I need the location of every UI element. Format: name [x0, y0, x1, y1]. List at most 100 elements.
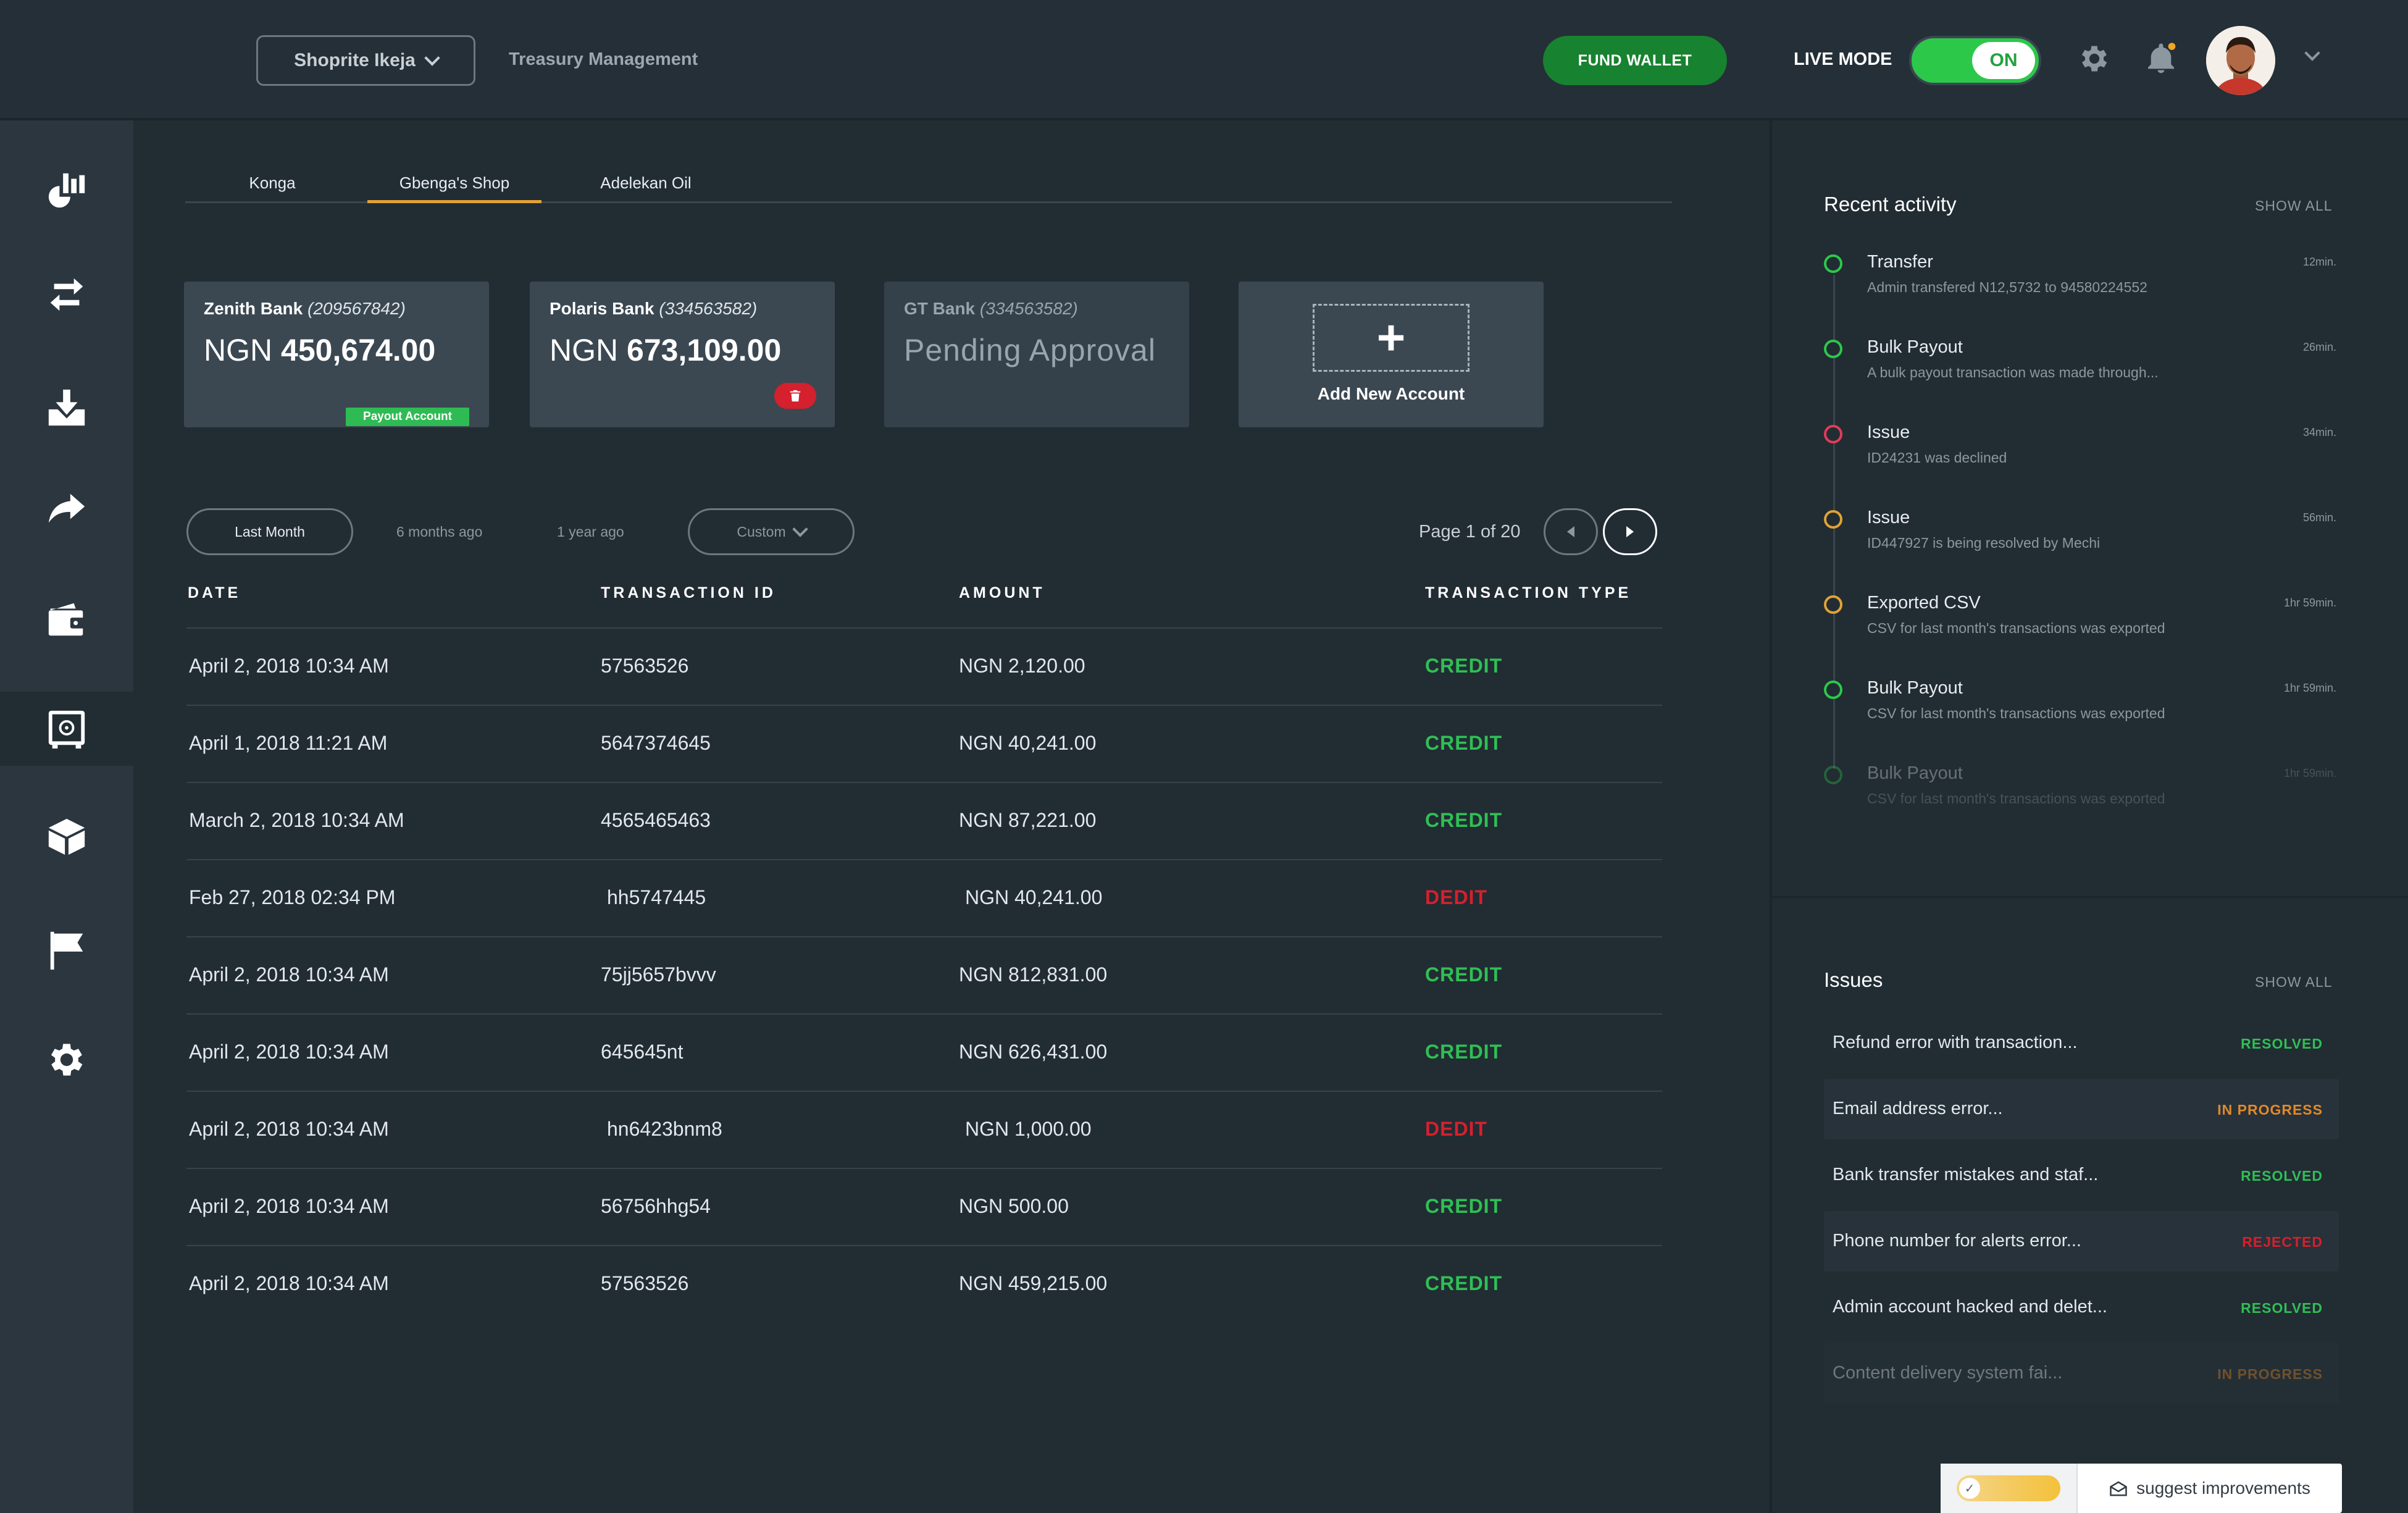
- column-header-date[interactable]: DATE: [188, 584, 241, 602]
- table-row[interactable]: April 2, 2018 10:34 AM hn6423bnm8 NGN 1,00…: [186, 1091, 1662, 1168]
- chart-icon: [48, 173, 85, 208]
- issue-text: Email address error...: [1833, 1099, 2003, 1118]
- sidebar-item-packages[interactable]: [0, 800, 133, 874]
- activity-time: 1hr 59min.: [2283, 597, 2336, 609]
- column-header-amount[interactable]: AMOUNT: [959, 584, 1045, 602]
- sidebar-item-downloads[interactable]: [0, 371, 133, 445]
- issues-title: Issues: [1824, 968, 1883, 991]
- account-card-gtbank[interactable]: GT Bank (334563582) Pending Approval: [884, 282, 1189, 427]
- issue-item[interactable]: Refund error with transaction... RESOLVED: [1824, 1013, 2339, 1073]
- table-row[interactable]: April 2, 2018 10:34 AM 75jj5657bvvv NGN 81…: [186, 936, 1662, 1013]
- safe-icon: [48, 710, 85, 749]
- row-amount: NGN 812,831.00: [959, 963, 1108, 986]
- live-mode-toggle[interactable]: ON: [1909, 36, 2041, 85]
- column-header-transaction-id[interactable]: TRANSACTION ID: [601, 584, 776, 602]
- toggle-knob: ON: [1972, 42, 2035, 79]
- issue-status-badge: REJECTED: [2242, 1234, 2323, 1250]
- activity-item[interactable]: Exported CSV CSV for last month's transac…: [1824, 588, 2336, 656]
- issue-text: Admin account hacked and delet...: [1833, 1297, 2107, 1317]
- pagination-label: Page 1 of 20: [1419, 522, 1521, 542]
- activity-item[interactable]: Bulk Payout CSV for last month's transact…: [1824, 673, 2336, 741]
- row-date: April 2, 2018 10:34 AM: [189, 655, 389, 677]
- bell-icon[interactable]: [2141, 38, 2181, 79]
- sidebar-item-reports[interactable]: [0, 913, 133, 987]
- activity-time: 34min.: [2302, 426, 2336, 438]
- table-row[interactable]: April 2, 2018 10:34 AM 56756hhg54 NGN 500.…: [186, 1168, 1662, 1245]
- filter-last-month[interactable]: Last Month: [186, 508, 353, 555]
- activity-item[interactable]: Bulk Payout A bulk payout transaction was…: [1824, 332, 2336, 400]
- row-date: March 2, 2018 10:34 AM: [189, 809, 404, 831]
- issue-status-badge: RESOLVED: [2241, 1300, 2323, 1316]
- sidebar: [0, 120, 133, 1513]
- row-transaction-id: 56756hhg54: [601, 1195, 711, 1217]
- activity-item[interactable]: Transfer Admin transfered N12,5732 to 945…: [1824, 247, 2336, 315]
- sidebar-item-wallet[interactable]: [0, 582, 133, 656]
- activity-time: 1hr 59min.: [2283, 767, 2336, 779]
- pending-approval-status: Pending Approval: [904, 333, 1156, 367]
- account-card-polaris[interactable]: Polaris Bank (334563582) NGN 673,109.00: [530, 282, 835, 427]
- status-dot-icon: [1824, 766, 1842, 784]
- row-amount: NGN 2,120.00: [959, 655, 1085, 677]
- row-transaction-type: CREDIT: [1425, 655, 1503, 677]
- activity-item[interactable]: Issue ID447927 is being resolved by Mechi…: [1824, 503, 2336, 571]
- row-date: April 2, 2018 10:34 AM: [189, 1195, 389, 1217]
- sidebar-item-transfers[interactable]: [0, 258, 133, 332]
- gear-icon: [51, 1044, 83, 1076]
- avatar[interactable]: [2206, 26, 2275, 95]
- issue-item[interactable]: Admin account hacked and delet... RESOLVE…: [1824, 1277, 2339, 1338]
- suggest-improvements-widget[interactable]: ✓ suggest improvements: [1941, 1464, 2342, 1513]
- activity-time: 1hr 59min.: [2283, 682, 2336, 694]
- delete-account-button[interactable]: [774, 383, 816, 409]
- tab-konga[interactable]: Konga: [221, 169, 324, 203]
- filter-1-year[interactable]: 1 year ago: [557, 524, 624, 540]
- activity-item[interactable]: Bulk Payout CSV for last month's transact…: [1824, 758, 2336, 826]
- suggest-toggle[interactable]: ✓: [1941, 1464, 2078, 1513]
- account-menu-chevron[interactable]: [2304, 45, 2320, 62]
- issue-text: Refund error with transaction...: [1833, 1033, 2078, 1052]
- sidebar-item-payouts[interactable]: [0, 471, 133, 545]
- tab-gbengas-shop[interactable]: Gbenga's Shop: [367, 169, 541, 203]
- table-row[interactable]: April 2, 2018 10:34 AM 645645nt NGN 626,43…: [186, 1013, 1662, 1091]
- sidebar-item-dashboard[interactable]: [0, 153, 133, 227]
- issue-status-badge: IN PROGRESS: [2217, 1102, 2323, 1118]
- status-dot-icon: [1824, 510, 1842, 529]
- issues-show-all[interactable]: SHOW ALL: [2255, 974, 2333, 991]
- table-row[interactable]: April 2, 2018 10:34 AM 57563526 NGN 459,21…: [186, 1245, 1662, 1322]
- recent-activity-show-all[interactable]: SHOW ALL: [2255, 198, 2333, 214]
- filter-custom[interactable]: Custom: [688, 508, 855, 555]
- issue-item[interactable]: Phone number for alerts error... REJECTED: [1824, 1211, 2339, 1272]
- row-transaction-type: CREDIT: [1425, 732, 1503, 754]
- suggest-toggle-pill: ✓: [1957, 1475, 2060, 1501]
- issue-item[interactable]: Content delivery system fai... IN PROGRES…: [1824, 1343, 2339, 1404]
- suggest-improvements-button[interactable]: suggest improvements: [2078, 1464, 2342, 1513]
- activity-item[interactable]: Issue ID24231 was declined 34min.: [1824, 417, 2336, 485]
- row-date: Feb 27, 2018 02:34 PM: [189, 886, 396, 908]
- table-row[interactable]: April 2, 2018 10:34 AM 57563526 NGN 2,120.…: [186, 627, 1662, 705]
- row-transaction-id: 4565465463: [601, 809, 711, 831]
- fund-wallet-button[interactable]: FUND WALLET: [1543, 36, 1727, 85]
- column-header-transaction-type[interactable]: TRANSACTION TYPE: [1425, 584, 1631, 602]
- chevron-left-icon: [1567, 526, 1574, 537]
- gear-icon[interactable]: [2074, 38, 2115, 79]
- row-amount: NGN 87,221.00: [959, 809, 1097, 831]
- tab-adelekan-oil[interactable]: Adelekan Oil: [579, 169, 713, 203]
- branch-select[interactable]: Shoprite Ikeja: [256, 35, 475, 86]
- account-balance: NGN 450,674.00: [204, 333, 436, 367]
- add-new-account-card[interactable]: + Add New Account: [1239, 282, 1544, 427]
- prev-page-button[interactable]: [1544, 508, 1598, 555]
- issue-item[interactable]: Email address error... IN PROGRESS: [1824, 1079, 2339, 1139]
- panel-divider: [1772, 896, 2408, 898]
- account-name: GT Bank (334563582): [904, 299, 1078, 318]
- table-row[interactable]: Feb 27, 2018 02:34 PM hh5747445 NGN 40,241…: [186, 859, 1662, 936]
- table-row[interactable]: April 1, 2018 11:21 AM 5647374645 NGN 40,2…: [186, 705, 1662, 782]
- activity-title: Bulk Payout: [1867, 337, 1963, 357]
- issue-item[interactable]: Bank transfer mistakes and staf... RESOLV…: [1824, 1145, 2339, 1205]
- row-amount: NGN 40,241.00: [965, 886, 1103, 908]
- next-page-button[interactable]: [1603, 508, 1657, 555]
- account-card-zenith[interactable]: Zenith Bank (209567842) NGN 450,674.00 P…: [184, 282, 489, 427]
- table-row[interactable]: March 2, 2018 10:34 AM 4565465463 NGN 87,2…: [186, 782, 1662, 859]
- sidebar-item-treasury[interactable]: [0, 692, 133, 766]
- sidebar-item-settings[interactable]: [0, 1023, 133, 1097]
- filter-6-months[interactable]: 6 months ago: [396, 524, 482, 540]
- issue-status-badge: RESOLVED: [2241, 1036, 2323, 1052]
